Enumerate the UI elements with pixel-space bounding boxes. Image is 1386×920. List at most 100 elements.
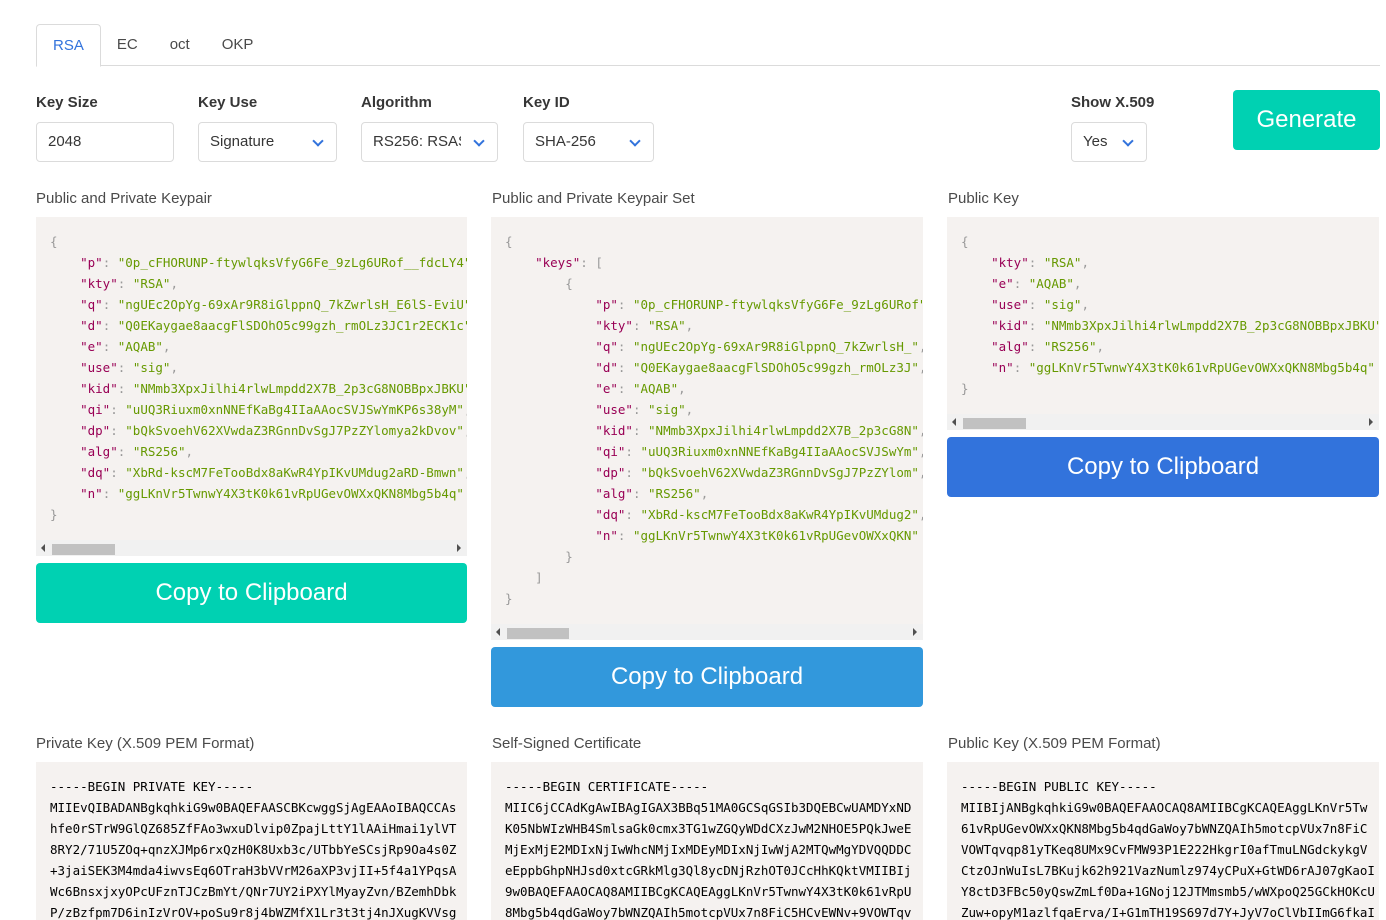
scroll-right-icon[interactable] bbox=[457, 544, 461, 552]
tab-oct[interactable]: oct bbox=[154, 24, 206, 66]
json-comma: , bbox=[919, 507, 923, 522]
public-key-scrollbar[interactable] bbox=[947, 414, 1379, 430]
public-key-code[interactable]: { "kty": "RSA", "e": "AQAB", "use": "sig… bbox=[947, 217, 1379, 430]
scroll-right-icon[interactable] bbox=[913, 628, 917, 636]
json-colon: : bbox=[110, 465, 126, 480]
copy-keypair-set-button[interactable]: Copy to Clipboard bbox=[491, 647, 923, 707]
json-comma: , bbox=[919, 360, 923, 375]
keypair-code[interactable]: { "p": "0p_cFHORUNP-ftywlqksVfyG6Fe_9zLg… bbox=[36, 217, 467, 556]
json-key: "p" bbox=[80, 255, 103, 270]
json-value: "NMmb3XpxJilhi4rlwLmpdd2X7B_2p3cG8NOBBpx… bbox=[1043, 318, 1379, 333]
json-key: "qi" bbox=[595, 444, 626, 459]
json-value: "ggLKnVr5TwnwY4X3tK0k61vRpUGevOWXxQKN8Mb… bbox=[1028, 360, 1375, 375]
code-line: "p": "0p_cFHORUNP-ftywlqksVfyG6Fe_9zLg6U… bbox=[505, 294, 923, 315]
code-line: "n": "ggLKnVr5TwnwY4X3tK0k61vRpUGevOWXxQ… bbox=[50, 483, 467, 504]
json-key: "n" bbox=[991, 360, 1014, 375]
algorithm-select[interactable]: RS256: RSASSA bbox=[361, 122, 498, 162]
tab-rsa[interactable]: RSA bbox=[36, 24, 101, 67]
code-line: ] bbox=[505, 567, 923, 588]
json-comma: , bbox=[678, 381, 686, 396]
json-comma: , bbox=[170, 360, 178, 375]
pem-line: MjExMjE2MDIxNjIwWhcNMjIxMDEyMDIxNjIwWjA2… bbox=[505, 842, 912, 857]
tab-ec[interactable]: EC bbox=[101, 24, 154, 66]
keypair-set-scrollbar[interactable] bbox=[491, 624, 923, 640]
json-value: "AQAB" bbox=[632, 381, 679, 396]
code-line: } bbox=[50, 504, 467, 525]
pem-line: CtzOJnWuIsL7BKujk62h921VazNumlz974yCPuX+… bbox=[961, 863, 1375, 878]
key-id-label: Key ID bbox=[523, 94, 570, 111]
key-id-select[interactable]: SHA-256 bbox=[523, 122, 654, 162]
json-colon: : bbox=[102, 339, 118, 354]
json-colon: : bbox=[117, 360, 133, 375]
code-line: { bbox=[505, 273, 923, 294]
json-colon: : bbox=[625, 465, 641, 480]
json-key: "alg" bbox=[80, 444, 118, 459]
json-colon: : bbox=[617, 360, 633, 375]
json-comma: , bbox=[464, 402, 467, 417]
json-key: "use" bbox=[595, 402, 633, 417]
keypair-set-code[interactable]: { "keys": [ { "p": "0p_cFHORUNP-ftywlqks… bbox=[491, 217, 923, 640]
key-id-field: Key ID SHA-256 bbox=[523, 94, 654, 162]
scroll-left-icon[interactable] bbox=[496, 628, 500, 636]
json-value: "uUQ3Riuxm0xnNNEfKaBg4IIaAAocSVJSwYm" bbox=[640, 444, 919, 459]
json-colon: : bbox=[1013, 276, 1029, 291]
private-pem-code[interactable]: -----BEGIN PRIVATE KEY----- MIIEvQIBADANB… bbox=[36, 762, 467, 920]
key-size-input[interactable]: 2048 bbox=[36, 122, 174, 162]
pem-line: MIIBIjANBgkqhkiG9w0BAQEFAAOCAQ8AMIIBCgKC… bbox=[961, 800, 1368, 815]
json-colon: : bbox=[1028, 255, 1044, 270]
json-value: "sig" bbox=[1043, 297, 1082, 312]
scrollbar-thumb[interactable] bbox=[507, 628, 569, 639]
show-x509-field: Show X.509 Yes bbox=[1071, 94, 1154, 162]
code-line: "dq": "XbRd-kscM7FeTooBdx8aKwR4YpIKvUMdu… bbox=[505, 504, 923, 525]
json-key: "dq" bbox=[80, 465, 111, 480]
code-line: "use": "sig", bbox=[505, 399, 923, 420]
json-comma: , bbox=[1096, 339, 1105, 354]
key-use-select[interactable]: Signature bbox=[198, 122, 337, 162]
keypair-json: { "p": "0p_cFHORUNP-ftywlqksVfyG6Fe_9zLg… bbox=[50, 231, 467, 525]
generate-button[interactable]: Generate bbox=[1233, 90, 1380, 150]
certificate-code[interactable]: -----BEGIN CERTIFICATE----- MIIC6jCCAdKgA… bbox=[491, 762, 923, 920]
show-x509-select[interactable]: Yes bbox=[1071, 122, 1147, 162]
key-use-field: Key Use Signature bbox=[198, 94, 337, 162]
code-line: "dp": "bQkSvoehV62XVwdaZ3RGnnDvSgJ7PzZYl… bbox=[505, 462, 923, 483]
json-value: "ngUEc2OpYg-69xAr9R8iGlppnQ_7kZwrlsH_" bbox=[632, 339, 919, 354]
scroll-left-icon[interactable] bbox=[41, 544, 45, 552]
code-line: "alg": "RS256", bbox=[961, 336, 1379, 357]
public-pem-code[interactable]: -----BEGIN PUBLIC KEY----- MIIBIjANBgkqhk… bbox=[947, 762, 1379, 920]
json-value: "RSA" bbox=[132, 276, 171, 291]
code-line: } bbox=[505, 588, 923, 609]
json-value: "RSA" bbox=[1043, 255, 1082, 270]
json-comma: , bbox=[919, 465, 923, 480]
json-key: "alg" bbox=[991, 339, 1029, 354]
keypair-scrollbar[interactable] bbox=[36, 540, 467, 556]
json-brace: } bbox=[505, 591, 513, 606]
json-colon: : bbox=[625, 507, 641, 522]
scroll-right-icon[interactable] bbox=[1369, 418, 1373, 426]
scrollbar-thumb[interactable] bbox=[963, 418, 1026, 429]
pem-line: 8Mbg5b4qdGaWoy7bWNZQAIh5motcpVUx7n8FiC5H… bbox=[505, 905, 912, 920]
tab-okp[interactable]: OKP bbox=[206, 24, 270, 66]
pem-line: MIIEvQIBADANBgkqhkiG9w0BAQEFAASCBKcwggSj… bbox=[50, 800, 457, 815]
json-value: "ggLKnVr5TwnwY4X3tK0k61vRpUGevOWXxQKN8Mb… bbox=[117, 486, 464, 501]
copy-keypair-button[interactable]: Copy to Clipboard bbox=[36, 563, 467, 623]
json-colon: : bbox=[102, 486, 118, 501]
key-use-value: Signature bbox=[210, 133, 275, 150]
code-line: "qi": "uUQ3Riuxm0xnNNEfKaBg4IIaAAocSVJSw… bbox=[50, 399, 467, 420]
json-colon: : bbox=[1028, 297, 1044, 312]
code-line: "e": "AQAB", bbox=[961, 273, 1379, 294]
json-colon: : bbox=[632, 423, 649, 438]
json-key: "kty" bbox=[80, 276, 118, 291]
key-size-field: Key Size 2048 bbox=[36, 94, 174, 162]
json-colon: : bbox=[110, 423, 126, 438]
json-comma: , bbox=[464, 423, 467, 438]
key-use-label: Key Use bbox=[198, 94, 258, 111]
json-comma: , bbox=[170, 276, 178, 291]
json-colon: : bbox=[102, 297, 118, 312]
pem-line: hfe0rSTrW9GlQZ685ZfFAo3wxuDlvip0ZpajLttY… bbox=[50, 821, 457, 836]
copy-public-key-button[interactable]: Copy to Clipboard bbox=[947, 437, 1379, 497]
scroll-left-icon[interactable] bbox=[952, 418, 956, 426]
json-value: "Q0EKaygae8aacgFlSDOhO5c99gzh_rmOLz3JC1r… bbox=[117, 318, 467, 333]
pem-line: Y8ctD3FBc50yQswZmLf0Da+1GNoj12JTMmsmb5/w… bbox=[961, 884, 1375, 899]
json-value: "AQAB" bbox=[1028, 276, 1074, 291]
scrollbar-thumb[interactable] bbox=[52, 544, 115, 555]
